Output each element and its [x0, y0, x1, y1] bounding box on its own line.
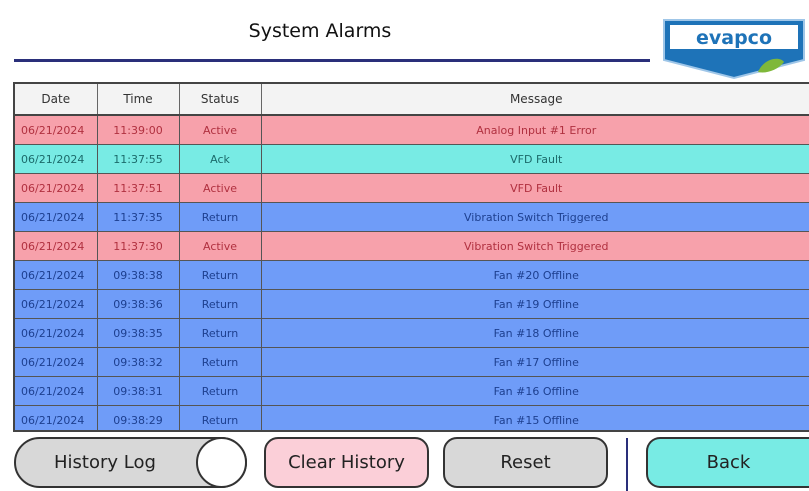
cell-status: Return — [179, 289, 262, 319]
back-button[interactable]: Back — [646, 437, 809, 488]
cell-time: 09:38:35 — [97, 318, 180, 348]
table-row[interactable]: 06/21/2024 09:38:29 Return Fan #15 Offline — [15, 405, 809, 430]
cell-time: 11:37:35 — [97, 202, 180, 232]
table-row[interactable]: 06/21/2024 09:38:36 Return Fan #19 Offline — [15, 289, 809, 319]
history-log-label: History Log — [54, 452, 156, 473]
cell-message: Vibration Switch Triggered — [261, 231, 809, 261]
cell-message: Fan #19 Offline — [261, 289, 809, 319]
cell-message: Fan #18 Offline — [261, 318, 809, 348]
table-row[interactable]: 06/21/2024 11:37:51 Active VFD Fault — [15, 173, 809, 203]
cell-time: 09:38:38 — [97, 260, 180, 290]
cell-message: Fan #15 Offline — [261, 405, 809, 430]
cell-message: VFD Fault — [261, 144, 809, 174]
cell-message: Vibration Switch Triggered — [261, 202, 809, 232]
table-header-row: Date Time Status Message — [15, 84, 809, 116]
cell-date: 06/21/2024 — [15, 115, 98, 145]
cell-message: VFD Fault — [261, 173, 809, 203]
cell-date: 06/21/2024 — [15, 318, 98, 348]
alarm-rows: 06/21/2024 11:39:00 Active Analog Input #1 … — [15, 115, 809, 430]
evapco-logo: evapco — [663, 19, 805, 80]
cell-status: Ack — [179, 144, 262, 174]
cell-message: Fan #20 Offline — [261, 260, 809, 290]
clear-history-label: Clear History — [288, 452, 405, 473]
cell-message: Fan #16 Offline — [261, 376, 809, 406]
table-row[interactable]: 06/21/2024 09:38:35 Return Fan #18 Offline — [15, 318, 809, 348]
cell-time: 09:38:36 — [97, 289, 180, 319]
title-underline — [14, 59, 650, 62]
cell-date: 06/21/2024 — [15, 347, 98, 377]
cell-status: Return — [179, 376, 262, 406]
alarm-table: Date Time Status Message 06/21/2024 11:39… — [13, 82, 809, 432]
clear-history-button[interactable]: Clear History — [264, 437, 429, 488]
table-row[interactable]: 06/21/2024 11:37:35 Return Vibration Switch… — [15, 202, 809, 232]
cell-message: Fan #17 Offline — [261, 347, 809, 377]
table-row[interactable]: 06/21/2024 11:39:00 Active Analog Input #1 … — [15, 115, 809, 145]
column-header-status: Status — [179, 84, 262, 116]
cell-status: Active — [179, 231, 262, 261]
cell-date: 06/21/2024 — [15, 405, 98, 430]
reset-button[interactable]: Reset — [443, 437, 608, 488]
table-row[interactable]: 06/21/2024 11:37:55 Ack VFD Fault — [15, 144, 809, 174]
cell-status: Return — [179, 405, 262, 430]
cell-time: 11:37:55 — [97, 144, 180, 174]
cell-status: Return — [179, 347, 262, 377]
logo-text: evapco — [696, 27, 772, 49]
cell-time: 09:38:32 — [97, 347, 180, 377]
history-log-toggle[interactable]: History Log — [14, 437, 247, 488]
cell-date: 06/21/2024 — [15, 260, 98, 290]
cell-status: Active — [179, 173, 262, 203]
cell-message: Analog Input #1 Error — [261, 115, 809, 145]
button-divider — [626, 438, 628, 491]
cell-date: 06/21/2024 — [15, 173, 98, 203]
column-header-message: Message — [261, 84, 809, 116]
cell-time: 09:38:31 — [97, 376, 180, 406]
cell-time: 11:39:00 — [97, 115, 180, 145]
table-row[interactable]: 06/21/2024 11:37:30 Active Vibration Switch… — [15, 231, 809, 261]
column-header-date: Date — [15, 84, 98, 116]
table-row[interactable]: 06/21/2024 09:38:32 Return Fan #17 Offline — [15, 347, 809, 377]
table-row[interactable]: 06/21/2024 09:38:38 Return Fan #20 Offline — [15, 260, 809, 290]
cell-date: 06/21/2024 — [15, 144, 98, 174]
cell-date: 06/21/2024 — [15, 289, 98, 319]
table-row[interactable]: 06/21/2024 09:38:31 Return Fan #16 Offline — [15, 376, 809, 406]
back-label: Back — [706, 452, 751, 473]
cell-status: Return — [179, 202, 262, 232]
cell-date: 06/21/2024 — [15, 376, 98, 406]
page-title: System Alarms — [248, 20, 392, 42]
cell-time: 09:38:29 — [97, 405, 180, 430]
reset-label: Reset — [500, 452, 551, 473]
toggle-knob[interactable] — [196, 437, 247, 488]
cell-time: 11:37:51 — [97, 173, 180, 203]
column-header-time: Time — [97, 84, 180, 116]
cell-date: 06/21/2024 — [15, 231, 98, 261]
alarm-grid: Date Time Status Message 06/21/2024 11:39… — [15, 84, 809, 430]
cell-status: Return — [179, 318, 262, 348]
cell-date: 06/21/2024 — [15, 202, 98, 232]
cell-status: Active — [179, 115, 262, 145]
cell-time: 11:37:30 — [97, 231, 180, 261]
cell-status: Return — [179, 260, 262, 290]
